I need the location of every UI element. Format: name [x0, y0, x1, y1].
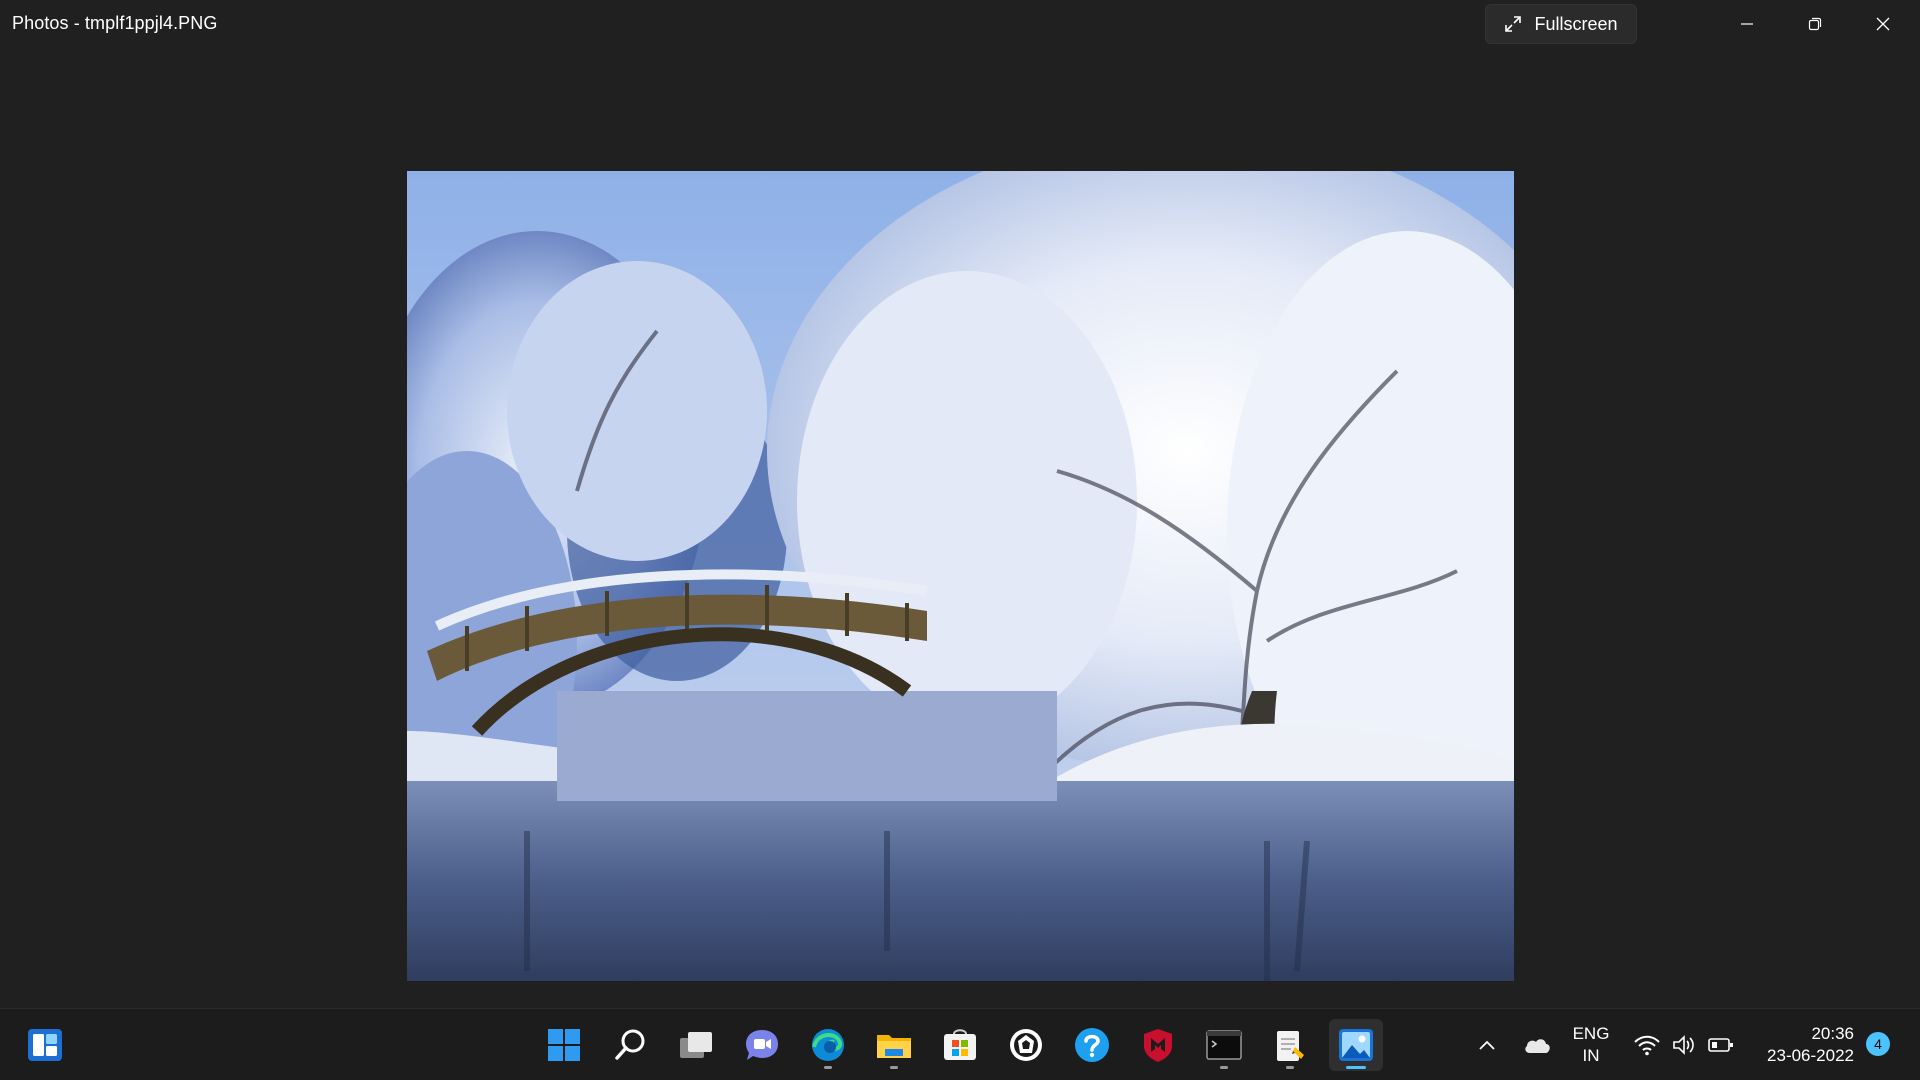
- app-icon: [1010, 1029, 1042, 1061]
- teams-chat-icon: [746, 1030, 778, 1060]
- wifi-icon: [1634, 1035, 1660, 1056]
- microsoft-store-button[interactable]: [933, 1019, 987, 1071]
- widgets-button[interactable]: [18, 1019, 72, 1071]
- displayed-photo[interactable]: [407, 171, 1514, 981]
- notepad-icon: [1277, 1031, 1304, 1061]
- mcafee-icon: [1144, 1029, 1172, 1062]
- fullscreen-label: Fullscreen: [1534, 13, 1618, 34]
- clock-date: 23-06-2022: [1767, 1046, 1854, 1065]
- photos-button[interactable]: [1329, 1019, 1383, 1071]
- windows-start-icon: [548, 1029, 580, 1061]
- edge-icon: [812, 1029, 844, 1061]
- photo-viewer: [0, 48, 1920, 1008]
- volume-icon: [1673, 1035, 1694, 1055]
- mcafee-button[interactable]: [1131, 1019, 1185, 1071]
- restore-icon: [1808, 17, 1822, 31]
- running-indicator: [890, 1066, 898, 1069]
- close-icon: [1876, 17, 1890, 31]
- running-indicator: [1346, 1066, 1366, 1069]
- language-indicator[interactable]: ENG IN: [1563, 1023, 1619, 1067]
- language-region: IN: [1582, 1046, 1600, 1065]
- title-bar: Photos - tmplf1ppjl4.PNG Fullscreen: [0, 0, 1920, 48]
- language-code: ENG: [1572, 1024, 1610, 1043]
- cloud-icon: [1525, 1039, 1550, 1053]
- widgets-icon: [28, 1029, 62, 1061]
- fullscreen-button[interactable]: Fullscreen: [1485, 4, 1637, 44]
- pinned-app-button[interactable]: [999, 1019, 1053, 1071]
- show-hidden-icons-button[interactable]: [1461, 1019, 1513, 1071]
- minimize-icon: [1741, 23, 1753, 25]
- onedrive-button[interactable]: [1512, 1019, 1562, 1071]
- edge-button[interactable]: [801, 1019, 855, 1071]
- running-indicator: [1220, 1066, 1228, 1069]
- window-title: Photos - tmplf1ppjl4.PNG: [12, 13, 218, 33]
- running-indicator: [1286, 1066, 1294, 1069]
- battery-icon: [1708, 1038, 1733, 1052]
- quick-settings-button[interactable]: [1628, 1027, 1740, 1063]
- search-icon: [615, 1029, 645, 1060]
- photos-icon: [1339, 1029, 1373, 1061]
- file-explorer-button[interactable]: [867, 1019, 921, 1071]
- task-view-icon: [680, 1032, 712, 1058]
- restore-button[interactable]: [1781, 0, 1849, 48]
- terminal-icon: [1206, 1030, 1242, 1060]
- clock-time: 20:36: [1811, 1024, 1854, 1043]
- get-help-button[interactable]: [1065, 1019, 1119, 1071]
- start-button[interactable]: [537, 1019, 591, 1071]
- running-indicator: [824, 1066, 832, 1069]
- store-icon: [944, 1029, 976, 1060]
- clock[interactable]: 20:36 23-06-2022: [1744, 1023, 1862, 1067]
- chat-button[interactable]: [735, 1019, 789, 1071]
- search-button[interactable]: [603, 1019, 657, 1071]
- folder-icon: [877, 1035, 911, 1058]
- expand-icon: [1505, 16, 1522, 32]
- terminal-button[interactable]: [1197, 1019, 1251, 1071]
- taskbar: ENG IN 20:36 23-06-2022: [0, 1008, 1920, 1080]
- close-button[interactable]: [1849, 0, 1917, 48]
- minimize-button[interactable]: [1713, 0, 1781, 48]
- notepad-button[interactable]: [1263, 1019, 1317, 1071]
- task-view-button[interactable]: [669, 1019, 723, 1071]
- notification-badge[interactable]: 4: [1866, 1032, 1890, 1056]
- help-icon: [1075, 1028, 1109, 1062]
- chevron-up-icon: [1479, 1040, 1495, 1050]
